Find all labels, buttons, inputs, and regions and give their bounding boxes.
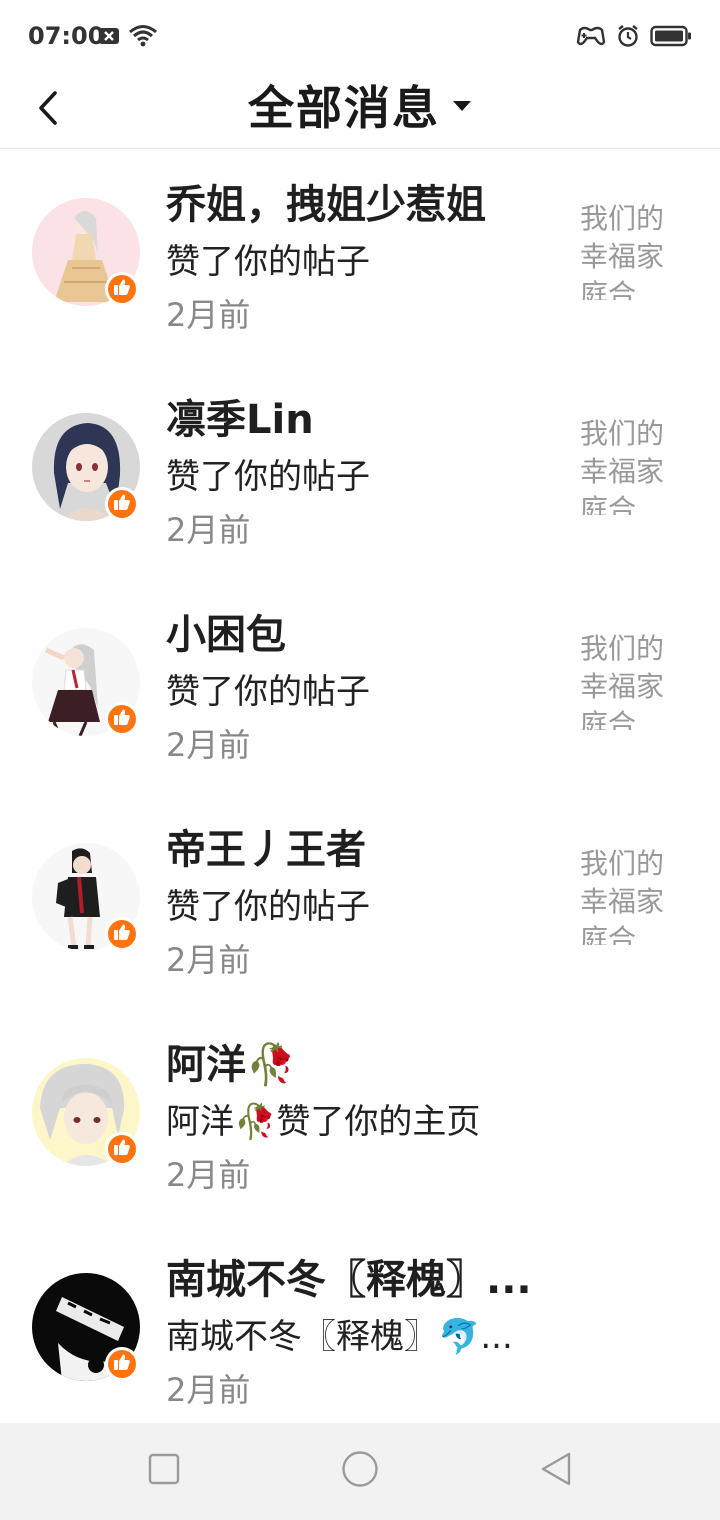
page-title: 全部消息 bbox=[248, 81, 440, 135]
header: 全部消息 bbox=[0, 72, 720, 149]
status-bar: 07:00 bbox=[0, 0, 720, 72]
recent-apps-icon bbox=[148, 1453, 180, 1489]
back-triangle-icon bbox=[539, 1451, 573, 1491]
status-time: 07:00 bbox=[28, 22, 105, 50]
thumbs-up-icon bbox=[113, 708, 131, 730]
message-action: 赞了你的帖子 bbox=[166, 242, 370, 282]
post-preview[interactable] bbox=[580, 1060, 676, 1160]
post-preview[interactable]: 我们的幸福家庭合... bbox=[580, 845, 676, 945]
post-preview[interactable]: 我们的幸福家庭合... bbox=[580, 200, 676, 300]
system-back-button[interactable] bbox=[536, 1451, 576, 1491]
post-preview[interactable]: 我们的幸福家庭合... bbox=[580, 415, 676, 515]
caret-down-icon bbox=[452, 98, 472, 117]
message-action: 赞了你的帖子 bbox=[166, 672, 370, 712]
like-badge bbox=[105, 1347, 139, 1381]
message-action: 阿洋🥀赞了你的主页 bbox=[166, 1102, 481, 1142]
home-icon bbox=[341, 1450, 379, 1492]
like-badge bbox=[105, 1132, 139, 1166]
message-time: 2月前 bbox=[166, 296, 251, 334]
post-preview[interactable] bbox=[580, 1275, 676, 1375]
thumbs-up-icon bbox=[113, 1138, 131, 1160]
message-row[interactable]: 凛季Lin 赞了你的帖子 2月前 我们的幸福家庭合... bbox=[0, 365, 720, 580]
thumbs-up-icon bbox=[113, 493, 131, 515]
message-row[interactable]: 小困包 赞了你的帖子 2月前 我们的幸福家庭合... bbox=[0, 580, 720, 795]
like-badge bbox=[105, 487, 139, 521]
sender-name: 帝王丿王者 bbox=[166, 827, 366, 873]
alarm-icon bbox=[616, 24, 640, 48]
message-list: 乔姐，拽姐少惹姐 赞了你的帖子 2月前 我们的幸福家庭合... 凛季Lin 赞了… bbox=[0, 150, 720, 1440]
sim-x-icon bbox=[98, 26, 120, 46]
like-badge bbox=[105, 702, 139, 736]
message-row[interactable]: 阿洋🥀 阿洋🥀赞了你的主页 2月前 bbox=[0, 1010, 720, 1225]
sender-name: 乔姐，拽姐少惹姐 bbox=[166, 182, 486, 228]
like-badge bbox=[105, 917, 139, 951]
sender-name: 南城不冬〖释槐〗... bbox=[166, 1257, 532, 1303]
status-left-icons bbox=[98, 24, 158, 48]
status-right-icons bbox=[576, 24, 692, 48]
message-row[interactable]: 帝王丿王者 赞了你的帖子 2月前 我们的幸福家庭合... bbox=[0, 795, 720, 1010]
message-row[interactable]: 南城不冬〖释槐〗... 南城不冬〖释槐〗🐬... 2月前 bbox=[0, 1225, 720, 1440]
message-time: 2月前 bbox=[166, 941, 251, 979]
message-time: 2月前 bbox=[166, 726, 251, 764]
battery-icon bbox=[650, 25, 692, 47]
message-row[interactable]: 乔姐，拽姐少惹姐 赞了你的帖子 2月前 我们的幸福家庭合... bbox=[0, 150, 720, 365]
message-time: 2月前 bbox=[166, 1371, 251, 1409]
wifi-icon bbox=[128, 24, 158, 48]
sender-name: 小困包 bbox=[166, 612, 286, 658]
sender-name: 凛季Lin bbox=[166, 397, 314, 443]
message-action: 南城不冬〖释槐〗🐬... bbox=[166, 1317, 513, 1357]
title-dropdown[interactable]: 全部消息 bbox=[0, 72, 720, 138]
system-nav-bar bbox=[0, 1423, 720, 1520]
thumbs-up-icon bbox=[113, 923, 131, 945]
thumbs-up-icon bbox=[113, 278, 131, 300]
game-icon bbox=[576, 24, 606, 48]
sender-name: 阿洋🥀 bbox=[166, 1042, 296, 1088]
post-preview[interactable]: 我们的幸福家庭合... bbox=[580, 630, 676, 730]
home-button[interactable] bbox=[340, 1451, 380, 1491]
message-time: 2月前 bbox=[166, 511, 251, 549]
like-badge bbox=[105, 272, 139, 306]
message-time: 2月前 bbox=[166, 1156, 251, 1194]
thumbs-up-icon bbox=[113, 1353, 131, 1375]
message-action: 赞了你的帖子 bbox=[166, 887, 370, 927]
message-action: 赞了你的帖子 bbox=[166, 457, 370, 497]
recent-apps-button[interactable] bbox=[144, 1451, 184, 1491]
